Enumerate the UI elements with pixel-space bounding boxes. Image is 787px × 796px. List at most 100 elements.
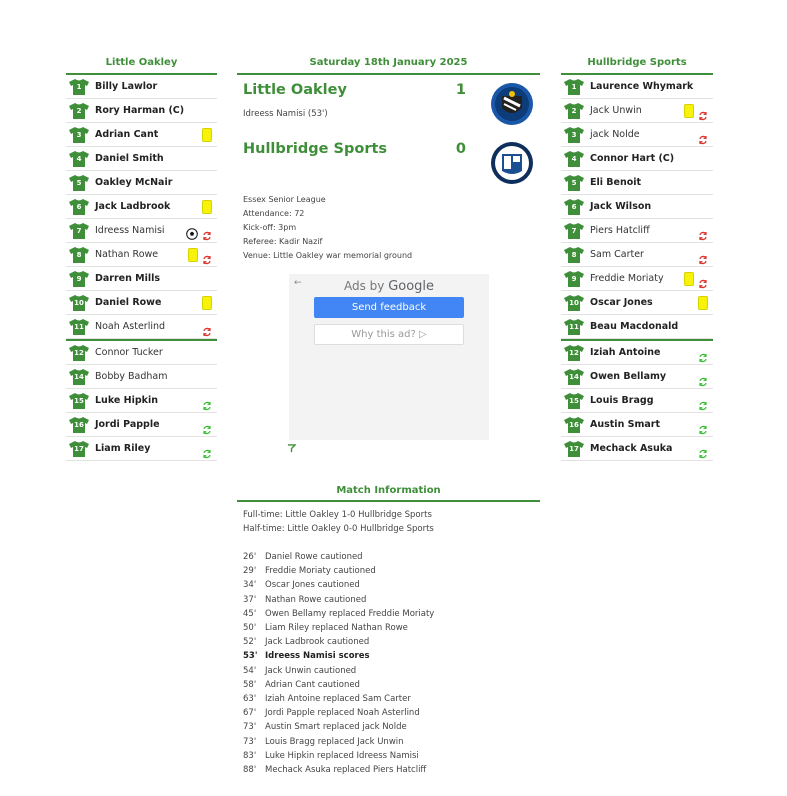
player-event-icons (202, 418, 212, 435)
player-event-icons (698, 296, 708, 310)
shirt-icon: 14 (564, 369, 584, 385)
player-name: Eli Benoit (590, 177, 642, 188)
event-text: Oscar Jones cautioned (265, 580, 360, 591)
event-minute: 52' (243, 637, 257, 648)
event-minute: 73' (243, 736, 257, 747)
player-name: Daniel Rowe (95, 297, 162, 308)
away-player-row: 7 Piers Hatcliff (561, 219, 713, 243)
shirt-icon: 15 (69, 393, 89, 409)
home-lineup: Little Oakley 1 Billy Lawlor 2 Rory Harman … (66, 52, 217, 461)
substitution-off-icon (698, 106, 708, 121)
shirt-number: 6 (76, 203, 82, 211)
home-player-row: 17 Liam Riley (66, 437, 217, 461)
player-name: Liam Riley (95, 443, 151, 454)
yellow-card-icon (188, 248, 198, 262)
player-event-icons (684, 104, 708, 121)
away-player-row: 9 Freddie Moriaty (561, 267, 713, 291)
yellow-card-icon (698, 296, 708, 310)
shirt-icon: 14 (69, 369, 89, 385)
shirt-number: 5 (571, 179, 577, 187)
shirt-number: 10 (74, 299, 84, 307)
substitution-on-icon (202, 444, 212, 459)
home-player-row: 5 Oakley McNair (66, 171, 217, 195)
substitution-off-icon (698, 250, 708, 265)
match-event: 83' Luke Hipkin replaced Idreess Namisi (243, 751, 419, 761)
shirt-icon: 17 (69, 441, 89, 457)
venue: Venue: Little Oakley war memorial ground (243, 251, 413, 260)
home-player-row: 9 Darren Mills (66, 267, 217, 291)
player-event-icons (202, 394, 212, 411)
home-player-row: 6 Jack Ladbrook (66, 195, 217, 219)
event-text: Jordi Papple replaced Noah Asterlind (265, 708, 420, 719)
away-player-row: 5 Eli Benoit (561, 171, 713, 195)
shirt-icon: 8 (69, 247, 89, 263)
event-minute: 54' (243, 665, 257, 676)
home-player-row: 14 Bobby Badham (66, 365, 217, 389)
away-player-row: 4 Connor Hart (C) (561, 147, 713, 171)
player-name: Connor Hart (C) (590, 153, 675, 164)
shirt-icon: 4 (69, 151, 89, 167)
home-player-row: 1 Billy Lawlor (66, 75, 217, 99)
shirt-number: 11 (569, 323, 579, 331)
home-crest-icon (491, 83, 533, 125)
away-team-heading: Hullbridge Sports (561, 52, 713, 75)
away-lineup: Hullbridge Sports 1 Laurence Whymark 2 Jack… (561, 52, 713, 461)
send-feedback-button[interactable]: Send feedback (314, 297, 464, 318)
shirt-icon: 2 (69, 103, 89, 119)
player-name: Iziah Antoine (590, 347, 661, 358)
substitution-off-icon (698, 130, 708, 145)
match-event: 37' Nathan Rowe cautioned (243, 595, 366, 605)
match-summary: Saturday 18th January 2025 Little Oakley… (237, 52, 540, 472)
player-name: Mechack Asuka (590, 443, 673, 454)
shirt-number: 2 (571, 107, 577, 115)
match-event: 29' Freddie Moriaty cautioned (243, 566, 376, 576)
home-scorer: Idreess Namisi (53') (243, 109, 328, 119)
shirt-icon: 8 (564, 247, 584, 263)
player-name: Beau Macdonald (590, 321, 679, 332)
shirt-icon: 16 (69, 417, 89, 433)
match-event: 88' Mechack Asuka replaced Piers Hatcliff (243, 765, 426, 775)
event-text: Jack Unwin cautioned (265, 665, 357, 676)
yellow-card-icon (684, 104, 694, 118)
shirt-number: 12 (74, 349, 84, 357)
why-this-ad-button[interactable]: Why this ad? ▷ (314, 324, 464, 345)
shirt-icon: 3 (564, 127, 584, 143)
yellow-card-icon (202, 296, 212, 310)
player-event-icons (202, 128, 212, 142)
yellow-card-icon (202, 200, 212, 214)
player-event-icons (698, 224, 708, 241)
match-event: 34' Oscar Jones cautioned (243, 580, 360, 590)
shirt-number: 11 (74, 323, 84, 331)
match-event: 58' Adrian Cant cautioned (243, 680, 360, 690)
attendance: Attendance: 72 (243, 209, 305, 218)
substitution-off-icon (202, 322, 212, 337)
event-text: Freddie Moriaty cautioned (265, 566, 376, 577)
match-event: 73' Austin Smart replaced jack Nolde (243, 722, 407, 732)
match-event: 53' Idreess Namisi scores (243, 651, 370, 661)
player-name: Austin Smart (590, 419, 661, 430)
goal-ball-icon (186, 225, 198, 240)
player-name: Louis Bragg (590, 395, 654, 406)
player-event-icons (202, 200, 212, 214)
player-event-icons (698, 442, 708, 459)
shirt-icon: 1 (564, 79, 584, 95)
shirt-icon: 10 (69, 295, 89, 311)
event-minute: 50' (243, 623, 257, 633)
event-text: Luke Hipkin replaced Idreess Namisi (265, 750, 419, 761)
event-minute: 53' (243, 651, 258, 662)
shirt-number: 9 (76, 275, 82, 283)
player-event-icons (202, 296, 212, 310)
ad-choices-icon[interactable] (287, 444, 296, 453)
shirt-number: 3 (571, 131, 577, 139)
event-minute: 67' (243, 708, 257, 719)
away-player-row: 15 Louis Bragg (561, 389, 713, 413)
substitution-off-icon (202, 250, 212, 265)
kickoff: Kick-off: 3pm (243, 223, 297, 232)
player-name: Freddie Moriaty (590, 273, 664, 284)
substitution-off-icon (698, 274, 708, 289)
event-text: Daniel Rowe cautioned (265, 552, 363, 562)
substitution-off-icon (698, 226, 708, 241)
shirt-icon: 5 (69, 175, 89, 191)
event-text: Nathan Rowe cautioned (265, 594, 367, 605)
home-player-row: 3 Adrian Cant (66, 123, 217, 147)
